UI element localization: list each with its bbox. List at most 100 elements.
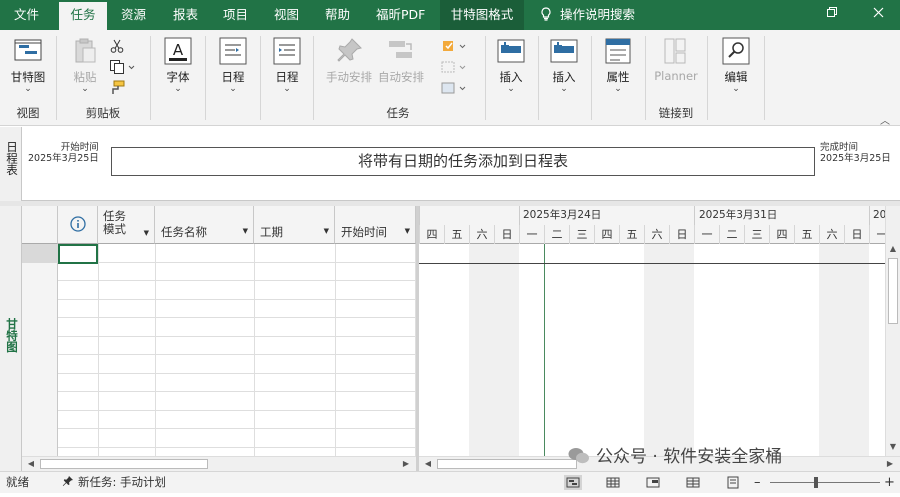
new-task-mode[interactable]: 新任务: 手动计划 xyxy=(62,472,166,493)
lightbulb-icon xyxy=(540,2,552,21)
selected-row-header[interactable] xyxy=(22,244,58,263)
vertical-scrollbar[interactable]: ▲ ▼ xyxy=(885,206,900,456)
ribbon: 甘特图 ⌄ 视图 粘贴 ⌄ 剪贴板 A 字体 ⌄ 日程 ⌄ 日程 ⌄ 手动安排 … xyxy=(0,30,900,127)
timeline-bar[interactable]: 将带有日期的任务添加到日程表 xyxy=(111,147,815,176)
task-name-header[interactable]: 任务名称 ▼ xyxy=(155,206,254,244)
tab-view[interactable]: 视图 xyxy=(274,0,299,30)
font-button[interactable]: A 字体 ⌄ xyxy=(156,36,200,94)
schedule-group-2: 日程 ⌄ xyxy=(261,32,313,124)
mode-icon[interactable] xyxy=(440,80,468,98)
close-icon[interactable] xyxy=(860,0,896,30)
planner-label: Planner xyxy=(654,69,698,83)
format-painter-icon[interactable] xyxy=(109,80,137,98)
chart-scroll-thumb[interactable] xyxy=(437,459,577,469)
restore-icon[interactable] xyxy=(814,0,850,30)
row-headers xyxy=(22,244,58,456)
vertical-scroll-thumb[interactable] xyxy=(888,258,898,324)
schedule-label-2: 日程 xyxy=(275,70,299,84)
tab-foxit-pdf[interactable]: 福昕PDF xyxy=(376,0,425,30)
start-header[interactable]: 开始时间 ▼ xyxy=(335,206,416,244)
duration-header[interactable]: 工期 ▼ xyxy=(254,206,335,244)
scroll-left-icon[interactable]: ◀ xyxy=(24,457,38,471)
team-planner-icon[interactable] xyxy=(644,475,662,490)
dropdown-arrow-icon[interactable]: ▼ xyxy=(144,227,149,240)
table-row[interactable] xyxy=(22,281,416,300)
gantt-side-tab[interactable]: 甘特图 xyxy=(0,206,22,471)
gantt-view-icon[interactable] xyxy=(564,475,582,490)
table-row[interactable] xyxy=(22,429,416,448)
schedule-button-1[interactable]: 日程 ⌄ xyxy=(211,36,255,94)
zoom-slider[interactable] xyxy=(770,477,880,488)
tab-report[interactable]: 报表 xyxy=(173,0,198,30)
timeline-start: 开始时间 2025年3月25日 xyxy=(28,142,99,164)
tab-file[interactable]: 文件 xyxy=(14,0,39,30)
tab-help[interactable]: 帮助 xyxy=(325,0,350,30)
inspect-icon[interactable] xyxy=(440,38,468,56)
insert-resource-button[interactable]: 插入 ⌄ xyxy=(542,36,586,94)
scroll-left-icon[interactable]: ◀ xyxy=(421,457,435,471)
zoom-out-icon[interactable]: – xyxy=(754,472,761,493)
start-date: 2025年3月25日 xyxy=(28,153,99,164)
copy-icon[interactable] xyxy=(109,59,137,77)
paste-button[interactable]: 粘贴 ⌄ xyxy=(63,36,107,94)
tab-project[interactable]: 项目 xyxy=(223,0,248,30)
table-scroll-thumb[interactable] xyxy=(40,459,208,469)
paste-label: 粘贴 xyxy=(73,70,97,84)
nonworking-shade xyxy=(469,244,519,456)
move-task-icon[interactable] xyxy=(440,59,468,77)
wechat-icon xyxy=(568,447,590,465)
planner-button[interactable]: Planner xyxy=(654,36,698,83)
scroll-right-icon[interactable]: ▶ xyxy=(883,457,897,471)
info-column-header[interactable] xyxy=(58,206,98,244)
zoom-in-icon[interactable]: + xyxy=(884,472,895,493)
scroll-right-icon[interactable]: ▶ xyxy=(399,457,413,471)
paste-icon xyxy=(70,36,100,66)
select-all-corner[interactable] xyxy=(22,206,58,244)
schedule-group-1: 日程 ⌄ xyxy=(206,32,260,124)
day-label: 日 xyxy=(844,225,869,244)
new-task-label: 新任务: 手动计划 xyxy=(78,475,167,489)
scroll-down-icon[interactable]: ▼ xyxy=(886,440,900,454)
resource-sheet-icon[interactable] xyxy=(684,475,702,490)
gantt-chart-button[interactable]: 甘特图 ⌄ xyxy=(6,36,50,94)
insert-task-button[interactable]: 插入 ⌄ xyxy=(489,36,533,94)
collapse-ribbon-icon[interactable]: ︿ xyxy=(880,112,890,127)
search-box[interactable]: 操作说明搜索 xyxy=(540,0,635,30)
table-row[interactable] xyxy=(22,411,416,429)
scroll-up-icon[interactable]: ▲ xyxy=(886,242,900,256)
properties-label: 属性 xyxy=(606,70,630,84)
dropdown-arrow-icon[interactable]: ▼ xyxy=(405,227,410,235)
view-group-label: 视图 xyxy=(16,106,40,120)
report-icon[interactable] xyxy=(724,475,742,490)
schedule-button-2[interactable]: 日程 ⌄ xyxy=(265,36,309,94)
start-label: 开始时间 xyxy=(60,142,99,153)
table-row[interactable] xyxy=(22,318,416,337)
task-usage-icon[interactable] xyxy=(604,475,622,490)
table-row[interactable] xyxy=(22,374,416,392)
edit-button[interactable]: 编辑 ⌄ xyxy=(714,36,758,94)
auto-schedule-button[interactable]: 自动安排 xyxy=(376,36,426,85)
active-cell[interactable] xyxy=(58,244,98,264)
properties-button[interactable]: 属性 ⌄ xyxy=(596,36,640,94)
table-row[interactable] xyxy=(22,392,416,411)
zoom-slider-thumb[interactable] xyxy=(814,477,818,488)
timeline-side-tab[interactable]: 日程表 xyxy=(0,127,22,201)
table-row[interactable] xyxy=(22,300,416,318)
task-mode-label-2: 模式 xyxy=(103,222,126,236)
day-label: 二 xyxy=(719,225,744,244)
dropdown-arrow-icon[interactable]: ▼ xyxy=(324,227,329,235)
table-row[interactable] xyxy=(22,337,416,355)
cut-icon[interactable] xyxy=(109,38,137,56)
dropdown-arrow-icon[interactable]: ▼ xyxy=(243,227,248,235)
tab-gantt-format[interactable]: 甘特图格式 xyxy=(440,0,524,30)
tab-resource[interactable]: 资源 xyxy=(121,0,146,30)
tab-task[interactable]: 任务 xyxy=(59,2,107,30)
manual-schedule-button[interactable]: 手动安排 xyxy=(324,36,374,85)
auto-schedule-icon xyxy=(386,36,416,66)
table-row[interactable] xyxy=(22,263,416,281)
task-mode-header[interactable]: 任务 模式 ▼ xyxy=(98,206,155,244)
table-horizontal-scrollbar[interactable]: ◀ ▶ xyxy=(22,456,416,471)
properties-icon xyxy=(603,36,633,66)
table-row[interactable] xyxy=(22,355,416,374)
properties-group: 属性 ⌄ xyxy=(592,32,644,124)
